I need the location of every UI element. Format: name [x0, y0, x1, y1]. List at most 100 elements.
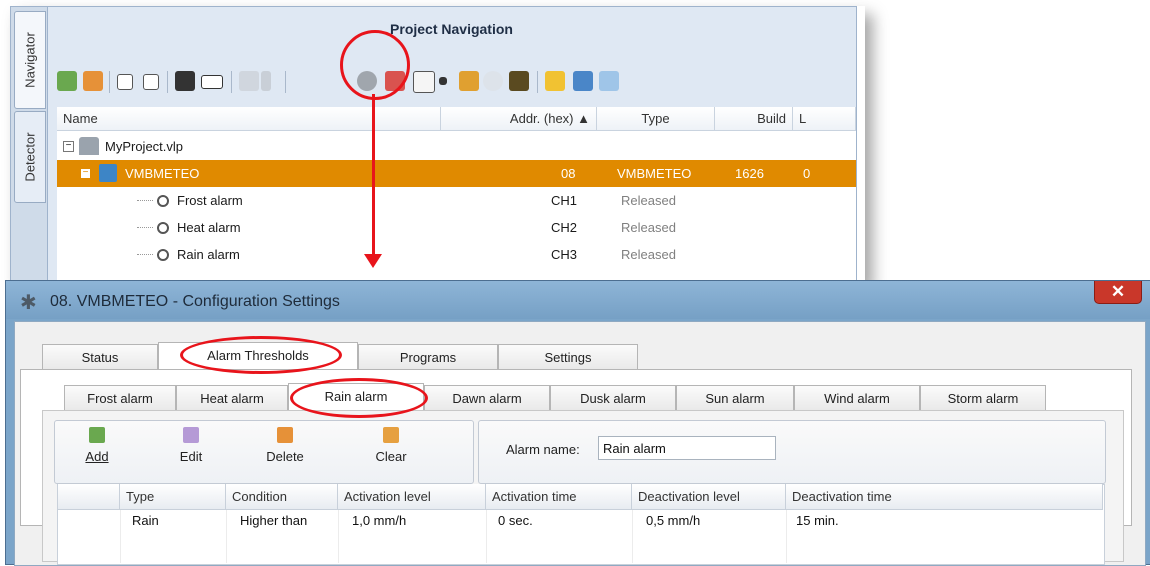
toolbar-separator — [231, 71, 232, 93]
col-condition[interactable]: Condition — [226, 484, 338, 510]
expand-all-icon[interactable] — [117, 74, 133, 90]
annotation-oval-alarm-thresholds — [180, 336, 342, 374]
type-cell: VMBMETEO — [617, 166, 692, 181]
toolbar-separator — [537, 71, 538, 93]
tree-row-channel[interactable]: Rain alarm CH3 Released — [57, 241, 856, 268]
tab-wind-alarm[interactable]: Wind alarm — [794, 385, 920, 410]
tab-heat-alarm[interactable]: Heat alarm — [176, 385, 288, 410]
tree-item-label: Rain alarm — [177, 247, 240, 262]
tab-dusk-alarm[interactable]: Dusk alarm — [550, 385, 676, 410]
tree-item-label: Heat alarm — [177, 220, 241, 235]
play-icon[interactable] — [483, 71, 503, 91]
tab-navigator[interactable]: Navigator — [14, 11, 46, 109]
addr-cell: CH3 — [551, 247, 578, 262]
binoculars-icon[interactable] — [175, 71, 195, 91]
broom-icon[interactable] — [459, 71, 479, 91]
col-activation-level[interactable]: Activation level — [338, 484, 486, 510]
tab-sun-alarm[interactable]: Sun alarm — [676, 385, 794, 410]
cell-type[interactable]: Rain — [132, 513, 159, 528]
tab-detector[interactable]: Detector — [14, 111, 46, 203]
collapse-all-icon[interactable] — [143, 74, 159, 90]
col-deactivation-level[interactable]: Deactivation level — [632, 484, 786, 510]
grid-line — [786, 510, 787, 563]
tab-programs[interactable]: Programs — [358, 344, 498, 369]
grid-line — [486, 510, 487, 563]
col-activation-time[interactable]: Activation time — [486, 484, 632, 510]
add-module-alt-icon[interactable] — [83, 71, 103, 91]
close-button[interactable]: ✕ — [1094, 281, 1142, 304]
note-icon[interactable] — [545, 71, 565, 91]
tab-storm-alarm[interactable]: Storm alarm — [920, 385, 1046, 410]
col-indicator — [58, 484, 120, 510]
dropdown-arrow-icon[interactable] — [261, 71, 271, 91]
cell-activation-level[interactable]: 1,0 mm/h — [352, 513, 406, 528]
add-button[interactable]: Add — [67, 427, 127, 464]
col-deactivation-time[interactable]: Deactivation time — [786, 484, 1103, 510]
toolbar-separator — [285, 71, 286, 93]
tree-line — [137, 227, 153, 228]
tree-item-label: Frost alarm — [177, 193, 243, 208]
edit-doc-icon[interactable] — [599, 71, 619, 91]
col-build[interactable]: Build — [715, 107, 793, 131]
actions-toolbar: Add Edit Delete Clear — [54, 420, 474, 484]
grid-line — [226, 510, 227, 563]
tree-row-vmbmeteo[interactable]: − VMBMETEO 08 VMBMETEO 1626 0 — [57, 160, 856, 187]
annotation-arrow-line — [372, 94, 375, 256]
clear-button[interactable]: Clear — [361, 427, 421, 464]
project-tree-grid: Name Addr. (hex) ▲ Type Build L − MyProj… — [57, 107, 856, 283]
col-type[interactable]: Type — [597, 107, 715, 131]
bridge-icon[interactable] — [509, 71, 529, 91]
edit-label: Edit — [179, 449, 203, 464]
col-l[interactable]: L — [793, 107, 856, 131]
grid-line — [120, 510, 121, 563]
edit-button[interactable]: Edit — [161, 427, 221, 464]
col-addr[interactable]: Addr. (hex) ▲ — [441, 107, 597, 131]
collapse-toggle-icon[interactable]: − — [81, 168, 90, 178]
module-icon — [99, 164, 117, 182]
cell-condition[interactable]: Higher than — [240, 513, 307, 528]
tree-row-project[interactable]: − MyProject.vlp — [57, 133, 856, 160]
tab-settings[interactable]: Settings — [498, 344, 638, 369]
firmware-icon[interactable] — [413, 71, 435, 93]
clear-label: Clear — [375, 449, 407, 464]
cell-deactivation-time[interactable]: 15 min. — [796, 513, 839, 528]
rename-icon[interactable] — [201, 75, 223, 89]
tree-row-channel[interactable]: Frost alarm CH1 Released — [57, 187, 856, 214]
house-icon — [79, 137, 99, 155]
tab-frost-alarm[interactable]: Frost alarm — [64, 385, 176, 410]
toolbar-separator — [167, 71, 168, 93]
alarm-name-field[interactable] — [598, 436, 776, 460]
wand-icon[interactable] — [239, 71, 259, 91]
list-icon[interactable] — [573, 71, 593, 91]
dropdown-arrow-icon[interactable] — [439, 77, 447, 85]
add-module-icon[interactable] — [57, 71, 77, 91]
addr-cell: CH2 — [551, 220, 578, 235]
toolbar-separator — [109, 71, 110, 93]
annotation-arrow-head — [364, 254, 382, 268]
tab-dawn-alarm[interactable]: Dawn alarm — [424, 385, 550, 410]
channel-icon — [157, 222, 169, 234]
tree-item-label: MyProject.vlp — [105, 139, 184, 154]
navigator-toolbar — [49, 61, 854, 101]
type-cell: Released — [621, 220, 676, 235]
l-cell: 0 — [803, 166, 811, 181]
clear-icon — [383, 427, 399, 443]
delete-button[interactable]: Delete — [255, 427, 315, 464]
collapse-toggle-icon[interactable]: − — [63, 141, 74, 152]
type-cell: Released — [621, 193, 676, 208]
col-name[interactable]: Name — [57, 107, 441, 131]
cell-deactivation-level[interactable]: 0,5 mm/h — [646, 513, 700, 528]
delete-icon — [277, 427, 293, 443]
tab-status[interactable]: Status — [42, 344, 158, 369]
channel-icon — [157, 195, 169, 207]
build-cell: 1626 — [735, 166, 764, 181]
tab-navigator-label: Navigator — [22, 32, 38, 88]
col-type[interactable]: Type — [120, 484, 226, 510]
project-navigator-window: Navigator Detector Project Navigation Na… — [10, 6, 857, 284]
side-tab-strip: Navigator Detector — [11, 7, 48, 283]
add-label: Add — [85, 449, 109, 464]
addr-cell: 08 — [561, 166, 576, 181]
tree-row-channel[interactable]: Heat alarm CH2 Released — [57, 214, 856, 241]
cell-activation-time[interactable]: 0 sec. — [498, 513, 533, 528]
tree-line — [137, 254, 153, 255]
